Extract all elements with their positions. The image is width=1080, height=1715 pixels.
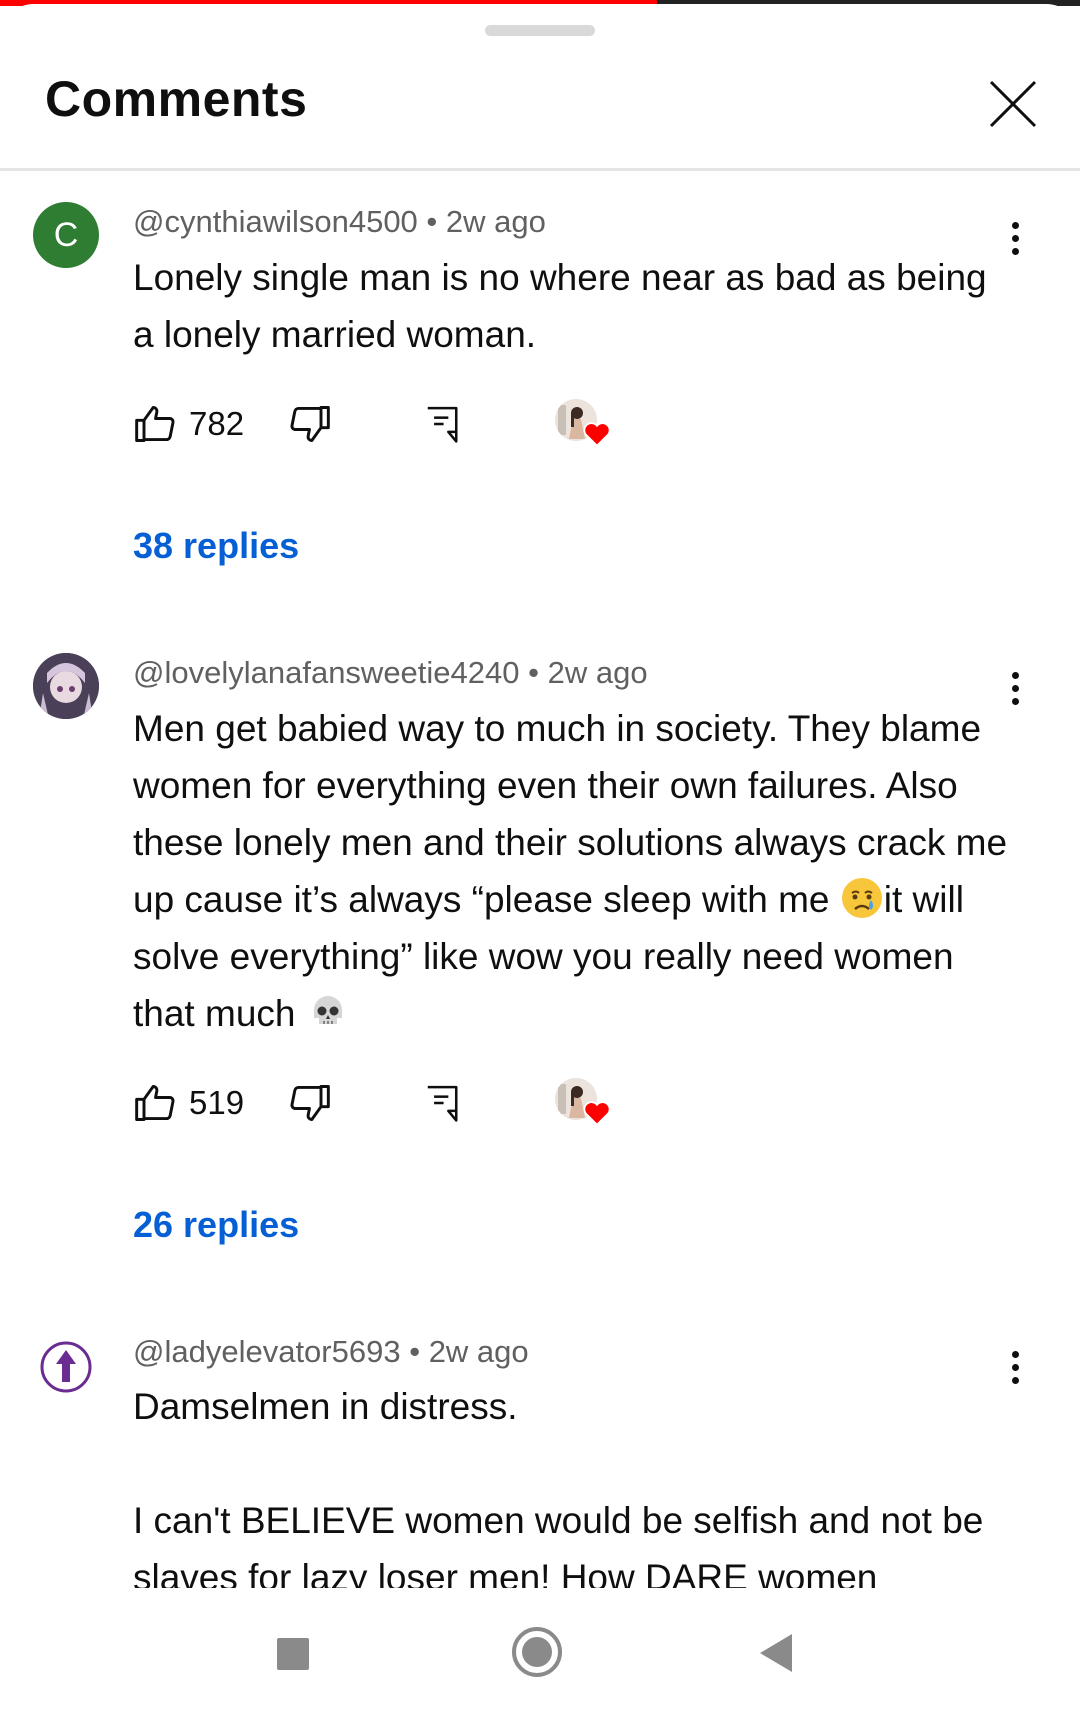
reply-button[interactable]: [423, 399, 461, 449]
dislike-button[interactable]: [288, 1078, 332, 1128]
more-dot: [1012, 1377, 1019, 1384]
thumb-down-icon: [290, 1085, 330, 1121]
reply-icon: [427, 406, 458, 443]
comment-text: Lonely single man is no where near as ba…: [133, 257, 987, 355]
nav-back-button[interactable]: [758, 1632, 794, 1679]
header-divider: [0, 168, 1080, 171]
avatar-letter: C: [53, 215, 79, 254]
comment-author[interactable]: @lovelylanafansweetie4240: [133, 655, 520, 690]
view-replies-button[interactable]: 38 replies: [133, 525, 299, 567]
comment-text-line: Damselmen in distress.: [133, 1386, 518, 1427]
like-button[interactable]: 519: [133, 1078, 244, 1128]
creator-heart-icon: [583, 1101, 611, 1126]
comment-actions: 782: [133, 399, 653, 449]
more-dot: [1012, 1364, 1019, 1371]
reply-icon: [427, 1085, 458, 1122]
comment-meta: @ladyelevator5693 • 2w ago: [133, 1334, 529, 1370]
comment-meta: @lovelylanafansweetie4240 • 2w ago: [133, 655, 648, 691]
close-button[interactable]: [985, 76, 1041, 132]
comment-time: 2w ago: [547, 655, 648, 690]
comment-time: 2w ago: [445, 204, 546, 239]
meta-separator: •: [400, 1334, 429, 1369]
dislike-button[interactable]: [288, 399, 332, 449]
comments-sheet: Comments C @cynthiawilson4500 • 2w ago L…: [0, 4, 1080, 1715]
comment-text: Damselmen in distress. I can't BELIEVE w…: [133, 1378, 1013, 1588]
more-vert-icon: [1012, 222, 1019, 229]
creator-heart[interactable]: [555, 399, 613, 449]
more-vert-icon: [1012, 1351, 1019, 1358]
drag-handle[interactable]: [485, 25, 595, 36]
page-title: Comments: [45, 71, 308, 127]
meta-separator: •: [417, 204, 446, 239]
creator-heart-icon: [583, 422, 611, 447]
nav-square-icon: [277, 1638, 309, 1670]
thumb-up-icon: [135, 406, 175, 442]
avatar[interactable]: [33, 1334, 99, 1400]
comment-text-line: I can't BELIEVE women would be selfish a…: [133, 1500, 984, 1588]
comment-time: 2w ago: [428, 1334, 529, 1369]
like-button[interactable]: 782: [133, 399, 244, 449]
view-replies-button[interactable]: 26 replies: [133, 1204, 299, 1246]
close-icon: [989, 80, 1037, 128]
nav-recents-button[interactable]: [275, 1636, 311, 1677]
nav-back-icon: [760, 1634, 792, 1672]
more-vert-icon: [1012, 672, 1019, 679]
comment-author[interactable]: @cynthiawilson4500: [133, 204, 418, 239]
thumb-down-icon: [290, 406, 330, 442]
comment-author[interactable]: @ladyelevator5693: [133, 1334, 401, 1369]
avatar[interactable]: C: [33, 202, 99, 268]
reply-button[interactable]: [423, 1078, 461, 1128]
avatar[interactable]: [33, 653, 99, 719]
nav-home-button[interactable]: [511, 1626, 563, 1683]
comment-text: Men get babied way to much in society. T…: [133, 700, 1013, 1042]
more-dot: [1012, 235, 1019, 242]
meta-separator: •: [519, 655, 548, 690]
like-count: 519: [189, 1084, 245, 1121]
creator-heart[interactable]: [555, 1078, 613, 1128]
more-dot: [1012, 248, 1019, 255]
like-count: 782: [189, 405, 245, 442]
thumb-up-icon: [135, 1085, 175, 1121]
system-nav-bar: [0, 1588, 1080, 1715]
more-dot: [1012, 685, 1019, 692]
comment-meta: @cynthiawilson4500 • 2w ago: [133, 204, 546, 240]
comment-actions: 519: [133, 1078, 653, 1128]
nav-home-icon: [512, 1627, 562, 1677]
skull-emoji: [313, 996, 342, 1024]
crying-face-emoji: [841, 878, 882, 918]
up-arrow-icon: [40, 1341, 92, 1393]
more-dot: [1012, 698, 1019, 705]
